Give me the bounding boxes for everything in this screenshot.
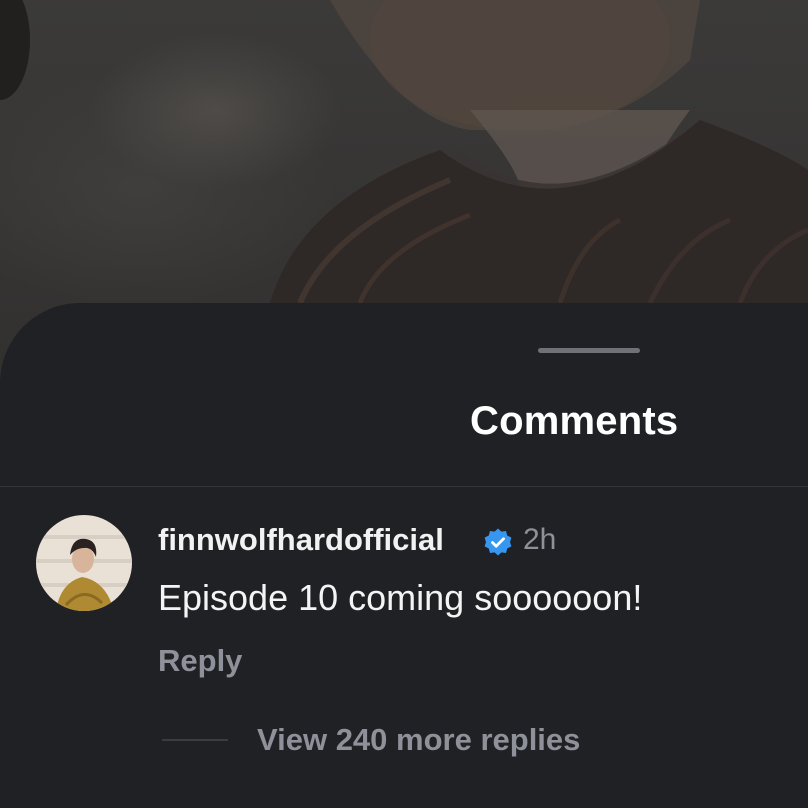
avatar[interactable]	[36, 515, 132, 611]
reply-button[interactable]: Reply	[158, 643, 242, 679]
avatar-image	[36, 515, 132, 611]
comments-sheet: Comments finnwolfhardofficial 2h Episode…	[0, 303, 808, 808]
comment-username[interactable]: finnwolfhardofficial	[158, 522, 444, 558]
sheet-title: Comments	[470, 399, 679, 443]
drag-handle[interactable]	[538, 348, 640, 353]
verified-badge-icon	[484, 528, 512, 556]
comment-timestamp: 2h	[523, 523, 557, 556]
header-divider	[0, 486, 808, 487]
replies-divider-line	[162, 739, 228, 741]
comment-text: Episode 10 coming soooooon!	[158, 577, 643, 618]
view-more-replies-button[interactable]: View 240 more replies	[257, 722, 580, 758]
